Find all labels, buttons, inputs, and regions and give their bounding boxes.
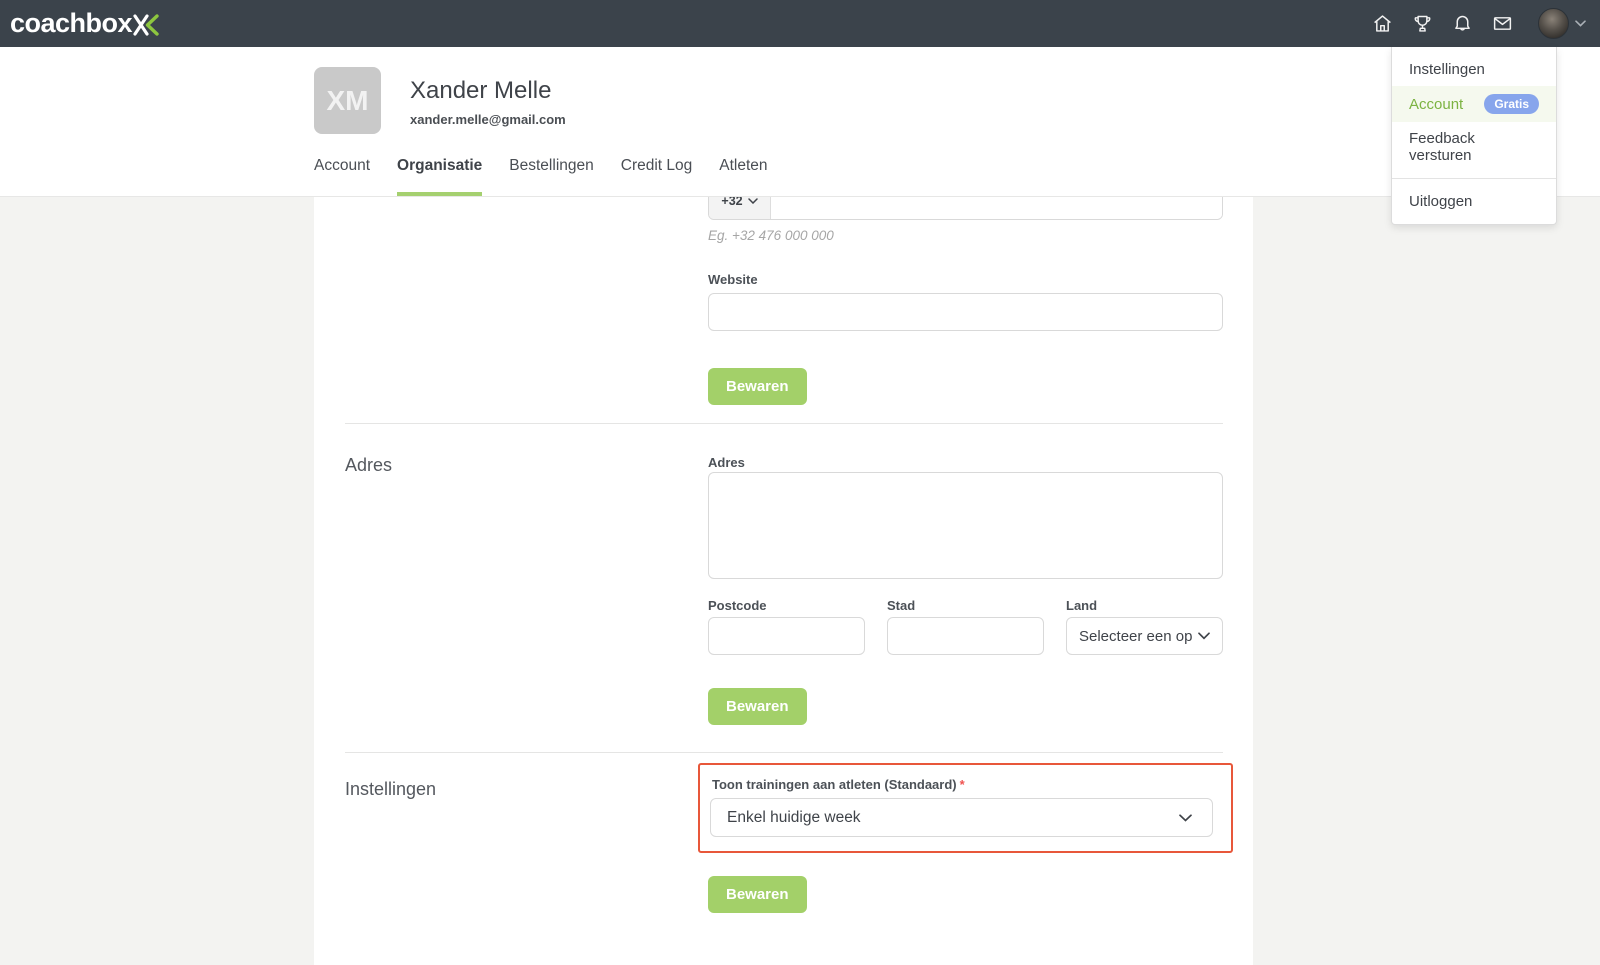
menu-item-uitloggen[interactable]: Uitloggen	[1392, 185, 1556, 218]
instellingen-label-col: Instellingen	[314, 753, 708, 965]
land-select-value: Selecteer een op	[1079, 628, 1192, 645]
menu-item-label: Feedback versturen	[1409, 130, 1539, 164]
navbar-actions	[1372, 8, 1586, 39]
postcode-label: Postcode	[708, 598, 865, 613]
logo-text: coachbox	[10, 10, 132, 37]
chevron-down-icon	[1198, 632, 1210, 640]
chevron-down-icon	[748, 198, 758, 204]
trophy-icon[interactable]	[1412, 13, 1433, 34]
trainingen-select[interactable]: Enkel huidige week	[710, 798, 1213, 837]
adres-field-label: Adres	[708, 455, 1223, 470]
postcode-cell: Postcode	[708, 598, 865, 655]
website-label: Website	[708, 272, 1223, 287]
contact-label-col	[314, 197, 708, 423]
tab-atleten[interactable]: Atleten	[719, 157, 767, 196]
home-icon[interactable]	[1372, 13, 1393, 34]
chevron-down-icon	[1575, 20, 1586, 27]
user-avatar	[1538, 8, 1569, 39]
stad-input[interactable]	[887, 617, 1044, 655]
tab-account[interactable]: Account	[314, 157, 370, 196]
contact-field-col: +32 Eg. +32 476 000 000 Website Bewaren	[708, 197, 1223, 423]
menu-item-instellingen[interactable]: Instellingen	[1392, 53, 1556, 86]
profile-name: Xander Melle	[410, 77, 566, 105]
profile-texts: Xander Melle xander.melle@gmail.com	[410, 67, 566, 127]
mail-icon[interactable]	[1492, 13, 1513, 34]
stad-label: Stad	[887, 598, 1044, 613]
phone-input-group: +32	[708, 197, 1223, 220]
adres-field-col: Adres Postcode Stad Land Selecteer een o…	[708, 424, 1223, 752]
menu-item-label: Account	[1409, 96, 1463, 113]
profile-email: xander.melle@gmail.com	[410, 112, 566, 127]
instellingen-field-col: Toon trainingen aan atleten (Standaard)*…	[708, 753, 1223, 965]
trainingen-select-value: Enkel huidige week	[727, 809, 861, 827]
phone-prefix-value: +32	[721, 197, 742, 208]
save-button[interactable]: Bewaren	[708, 368, 807, 405]
save-button[interactable]: Bewaren	[708, 688, 807, 725]
tab-credit-log[interactable]: Credit Log	[621, 157, 693, 196]
adres-section: Adres Adres Postcode Stad Land Selecteer…	[314, 424, 1253, 752]
tab-organisatie[interactable]: Organisatie	[397, 157, 482, 196]
land-label: Land	[1066, 598, 1223, 613]
land-cell: Land Selecteer een op	[1066, 598, 1223, 655]
trainingen-field-label: Toon trainingen aan atleten (Standaard)*	[712, 777, 1213, 792]
postcode-stad-land-row: Postcode Stad Land Selecteer een op	[708, 598, 1223, 655]
top-navbar: coachbox	[0, 0, 1600, 47]
phone-hint: Eg. +32 476 000 000	[708, 229, 1223, 243]
adres-textarea[interactable]	[708, 472, 1223, 579]
user-dropdown-menu: Instellingen Account Gratis Feedback ver…	[1391, 47, 1557, 225]
coachbox-logo[interactable]: coachbox	[10, 10, 159, 37]
menu-item-feedback[interactable]: Feedback versturen	[1392, 122, 1556, 172]
logo-chevron-icon	[133, 14, 159, 36]
required-asterisk: *	[960, 777, 965, 792]
chevron-down-icon	[1179, 814, 1192, 822]
postcode-input[interactable]	[708, 617, 865, 655]
organisatie-content: +32 Eg. +32 476 000 000 Website Bewaren …	[314, 197, 1253, 965]
stad-cell: Stad	[887, 598, 1044, 655]
tab-bestellingen[interactable]: Bestellingen	[509, 157, 593, 196]
menu-item-label: Uitloggen	[1409, 193, 1472, 210]
highlighted-field-box: Toon trainingen aan atleten (Standaard)*…	[698, 763, 1233, 853]
section-title-instellingen: Instellingen	[345, 779, 708, 800]
user-menu-trigger[interactable]	[1538, 8, 1586, 39]
phone-input[interactable]	[771, 197, 1222, 219]
contact-section: +32 Eg. +32 476 000 000 Website Bewaren	[314, 197, 1253, 423]
website-input[interactable]	[708, 293, 1223, 331]
menu-item-account[interactable]: Account Gratis	[1392, 86, 1556, 122]
land-select[interactable]: Selecteer een op	[1066, 617, 1223, 655]
menu-item-label: Instellingen	[1409, 61, 1485, 78]
menu-divider	[1392, 178, 1556, 179]
profile-summary: XM Xander Melle xander.melle@gmail.com	[314, 67, 566, 134]
phone-prefix-select[interactable]: +32	[709, 197, 771, 219]
section-title-adres: Adres	[345, 455, 708, 476]
profile-initials-avatar: XM	[314, 67, 381, 134]
plan-badge: Gratis	[1484, 94, 1539, 114]
account-tabs: Account Organisatie Bestellingen Credit …	[314, 157, 768, 196]
account-page-header: XM Xander Melle xander.melle@gmail.com A…	[0, 47, 1600, 197]
adres-label-col: Adres	[314, 424, 708, 752]
trainingen-label-text: Toon trainingen aan atleten (Standaard)	[712, 777, 957, 792]
bell-icon[interactable]	[1452, 13, 1473, 34]
save-button[interactable]: Bewaren	[708, 876, 807, 913]
instellingen-section: Instellingen Toon trainingen aan atleten…	[314, 753, 1253, 965]
